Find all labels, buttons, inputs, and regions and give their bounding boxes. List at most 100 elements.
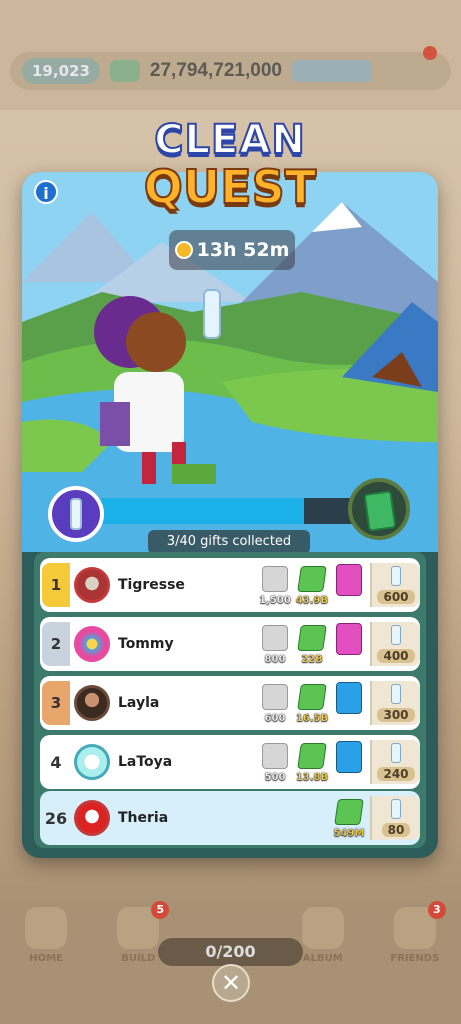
cash-reward: 13.8B xyxy=(295,741,329,783)
cash-reward: 16.5B xyxy=(295,682,329,724)
rank-badge: 26 xyxy=(44,808,68,828)
leaderboard-row[interactable]: 3 Layla 600 16.5B 300 xyxy=(40,676,420,730)
sticker-pack-icon xyxy=(336,564,362,596)
gift-progress-bar xyxy=(100,498,372,524)
reward-amount: 16.5B xyxy=(295,713,329,724)
dice-reward: 500 xyxy=(258,741,292,783)
reward-amount: 549M xyxy=(333,828,365,839)
clean-quest-modal: i 13h 52m 3/40 gifts collected 1 Tigresse… xyxy=(22,172,438,858)
rank-badge: 3 xyxy=(42,681,70,725)
player-name: Layla xyxy=(118,695,160,711)
dice-icon xyxy=(262,566,288,592)
nav-friends: FRIENDS 3 xyxy=(380,901,450,964)
cash-icon xyxy=(297,743,327,769)
reward-list: 549M xyxy=(332,797,366,839)
timer-text: 13h 52m xyxy=(196,239,290,261)
vial-icon xyxy=(391,625,401,645)
points-value: 240 xyxy=(377,767,415,781)
pack-blue-reward xyxy=(332,741,366,783)
friends-badge: 3 xyxy=(427,901,446,919)
background-top-bar: 19,023 27,794,721,000 xyxy=(10,46,451,90)
sticker-pack-reward-icon[interactable] xyxy=(348,478,410,540)
leaderboard-row[interactable]: 26 Theria 549M 80 xyxy=(40,791,420,845)
vial-icon xyxy=(391,743,401,763)
cash-reward: 22B xyxy=(295,623,329,665)
home-icon xyxy=(25,907,68,949)
reward-amount: 13.8B xyxy=(295,772,329,783)
reward-amount: 800 xyxy=(264,654,286,665)
cash-icon xyxy=(297,566,327,592)
pack-pink-reward xyxy=(332,564,366,606)
vial-icon xyxy=(391,799,401,819)
nav-home: HOME xyxy=(11,907,81,964)
player-name: Theria xyxy=(118,810,169,826)
money-counter: 27,794,721,000 xyxy=(149,60,282,81)
vial-icon xyxy=(391,566,401,586)
avatar[interactable] xyxy=(74,800,110,836)
dice-strip-icon xyxy=(291,60,372,82)
gift-progress-fill xyxy=(100,498,304,524)
stopwatch-icon xyxy=(174,241,193,259)
dice-icon xyxy=(262,625,288,651)
reward-list: 1,500 43.9B xyxy=(258,564,366,606)
reward-amount: 1,500 xyxy=(259,595,291,606)
leaderboard-row[interactable]: 1 Tigresse 1,500 43.9B 600 xyxy=(40,558,420,612)
points-value: 400 xyxy=(377,649,415,663)
vial-icon xyxy=(391,684,401,704)
cash-icon xyxy=(297,684,327,710)
pack-pink-reward xyxy=(332,623,366,665)
gift-progress: 3/40 gifts collected xyxy=(22,478,438,558)
points-box: 300 xyxy=(370,681,420,725)
avatar[interactable] xyxy=(74,626,110,662)
event-timer: 13h 52m xyxy=(169,230,295,270)
info-button[interactable]: i xyxy=(34,180,58,204)
cash-reward: 549M xyxy=(332,797,366,839)
avatar[interactable] xyxy=(74,567,110,603)
player-name: Tigresse xyxy=(118,577,185,593)
reward-list: 800 22B xyxy=(258,623,366,665)
dice-icon xyxy=(262,684,288,710)
dice-reward: 600 xyxy=(258,682,292,724)
leaderboard-row[interactable]: 4 LaToya 500 13.8B 240 xyxy=(40,735,420,789)
points-box: 600 xyxy=(370,563,420,607)
reward-amount: 22B xyxy=(301,654,323,665)
gifts-collected-label: 3/40 gifts collected xyxy=(148,530,310,554)
reward-amount: 43.9B xyxy=(295,595,329,606)
sticker-pack-icon xyxy=(336,741,362,773)
avatar[interactable] xyxy=(74,744,110,780)
background-progress: 0/200 xyxy=(158,938,303,966)
album-icon xyxy=(301,907,344,949)
rank-badge: 2 xyxy=(42,622,70,666)
cash-icon xyxy=(109,60,140,82)
cash-icon xyxy=(297,625,327,651)
player-name: Tommy xyxy=(118,636,174,652)
sticker-pack-icon xyxy=(336,623,362,655)
points-box: 400 xyxy=(370,622,420,666)
notification-dot-icon xyxy=(423,46,437,60)
reward-amount: 500 xyxy=(264,772,286,783)
vial-token-icon xyxy=(48,486,104,542)
reward-list: 500 13.8B xyxy=(258,741,366,783)
build-badge: 5 xyxy=(151,901,170,919)
cash-reward: 43.9B xyxy=(295,564,329,606)
rank-badge: 1 xyxy=(42,563,70,607)
points-value: 300 xyxy=(377,708,415,722)
reward-amount: 600 xyxy=(264,713,286,724)
rank-badge: 4 xyxy=(50,752,62,772)
close-button[interactable]: ✕ xyxy=(212,964,250,1002)
title-line-1: CLEAN xyxy=(153,117,306,163)
leaderboard-row[interactable]: 2 Tommy 800 22B 400 xyxy=(40,617,420,671)
dice-icon xyxy=(262,743,288,769)
dice-reward: 1,500 xyxy=(258,564,292,606)
cash-icon xyxy=(334,799,364,825)
sticker-pack-icon xyxy=(336,682,362,714)
reward-list: 600 16.5B xyxy=(258,682,366,724)
player-name: LaToya xyxy=(118,754,173,770)
event-title: CLEAN QUEST xyxy=(120,117,340,228)
points-value: 600 xyxy=(377,590,415,604)
points-box: 80 xyxy=(370,796,420,840)
coins-counter: 19,023 xyxy=(22,58,100,84)
avatar[interactable] xyxy=(74,685,110,721)
dice-reward: 800 xyxy=(258,623,292,665)
title-line-2: QUEST xyxy=(143,160,317,214)
